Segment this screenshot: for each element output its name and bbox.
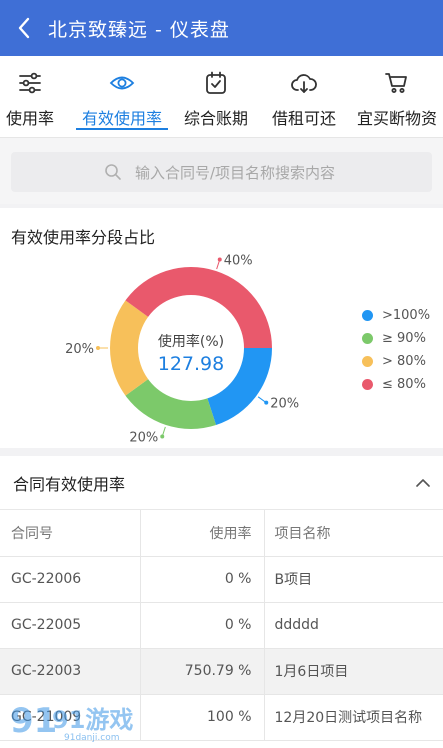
sliders-icon [17, 70, 43, 96]
legend-label: ≤ 80% [382, 377, 426, 392]
column-header-contract: 合同号 [0, 510, 141, 557]
search-placeholder: 输入合同号/项目名称搜索内容 [135, 163, 336, 182]
cloud-download-icon [291, 70, 317, 96]
watermark-text: 91游戏 [52, 706, 133, 734]
tab-label: 宜买断物资 [356, 109, 437, 128]
slice-percent-label: 20% [65, 342, 94, 357]
legend-item[interactable]: > 80% [362, 350, 430, 373]
slice-leader-line [161, 426, 166, 437]
chart-legend: >100% ≥ 90% > 80% ≤ 80% [362, 304, 430, 396]
tab-bar: 使用率 有效使用率 综合账期 借租可还 宜买断物资 [0, 56, 443, 138]
chevron-up-icon[interactable] [416, 478, 430, 488]
slice-leader-line [257, 396, 267, 404]
legend-label: ≥ 90% [382, 331, 426, 346]
search-area: 输入合同号/项目名称搜索内容 [0, 138, 443, 204]
donut-slice[interactable] [125, 379, 217, 429]
column-header-project: 项目名称 [264, 510, 443, 557]
cell-usage: 750.79 % [140, 648, 265, 695]
legend-label: > 80% [382, 354, 426, 369]
slice-percent-label: 20% [270, 397, 299, 412]
calendar-check-icon [203, 70, 229, 96]
app-bar: 北京致臻远 - 仪表盘 [0, 0, 443, 56]
cell-project: B项目 [264, 556, 443, 603]
table-row[interactable]: GC-22003 750.79 % 1月6日项目 [0, 648, 443, 695]
back-button[interactable] [0, 0, 48, 56]
legend-dot [362, 379, 373, 390]
table-card-header[interactable]: 合同有效使用率 [0, 456, 443, 510]
cell-contract: GC-22006 [0, 556, 141, 603]
tab-usage[interactable]: 使用率 [0, 56, 62, 138]
legend-dot [362, 356, 373, 367]
donut-center-value: 127.98 [158, 353, 224, 375]
slice-percent-label: 20% [129, 430, 158, 445]
effective-usage-chart-card: 有效使用率分段占比 20% 20% 20% 40% 使用率(%) 127.98 >100%… [0, 208, 443, 448]
cell-contract: GC-22003 [0, 648, 141, 695]
table-row[interactable]: GC-22005 0 % ddddd [0, 602, 443, 649]
active-tab-indicator [76, 128, 168, 130]
tab-account-period[interactable]: 综合账期 [180, 56, 252, 138]
cart-icon [384, 70, 410, 96]
legend-label: >100% [382, 308, 431, 323]
tab-label: 有效使用率 [81, 109, 162, 128]
slice-percent-label: 40% [224, 254, 253, 269]
tab-buyout-materials[interactable]: 宜买断物资 [352, 56, 442, 138]
cell-usage: 0 % [140, 602, 265, 649]
tab-effective-usage[interactable]: 有效使用率 [76, 56, 168, 138]
cell-usage: 100 % [140, 694, 265, 741]
cell-usage: 0 % [140, 556, 265, 603]
legend-item[interactable]: ≥ 90% [362, 327, 430, 350]
eye-icon [109, 70, 135, 96]
page-title: 北京致臻远 - 仪表盘 [48, 18, 230, 41]
svg-text:91: 91 [10, 701, 57, 741]
tab-label: 借租可还 [271, 109, 336, 128]
search-input[interactable]: 输入合同号/项目名称搜索内容 [11, 152, 432, 192]
chevron-left-icon [18, 17, 30, 39]
column-header-usage: 使用率 [140, 510, 265, 557]
table-row[interactable]: GC-22006 0 % B项目 [0, 556, 443, 603]
legend-item[interactable]: >100% [362, 304, 430, 327]
cell-project: 1月6日项目 [264, 648, 443, 695]
table-header-row: 合同号 使用率 项目名称 [0, 510, 443, 557]
table-card-title: 合同有效使用率 [13, 474, 126, 494]
legend-item[interactable]: ≤ 80% [362, 373, 430, 396]
tab-label: 使用率 [5, 109, 54, 128]
tab-lease-returnable[interactable]: 借租可还 [268, 56, 340, 138]
tab-label: 综合账期 [183, 109, 248, 128]
legend-dot [362, 333, 373, 344]
watermark-logo: 91 91游戏 91danji.com [10, 701, 133, 742]
search-icon [105, 164, 121, 180]
donut-center-label: 使用率(%) [158, 333, 224, 350]
cell-contract: GC-22005 [0, 602, 141, 649]
slice-leader-line [216, 259, 221, 270]
watermark-sub: 91danji.com [64, 733, 119, 742]
cell-project: ddddd [264, 602, 443, 649]
legend-dot [362, 310, 373, 321]
cell-project: 12月20日测试项目名称 [264, 694, 443, 741]
donut-slice[interactable] [109, 300, 149, 396]
